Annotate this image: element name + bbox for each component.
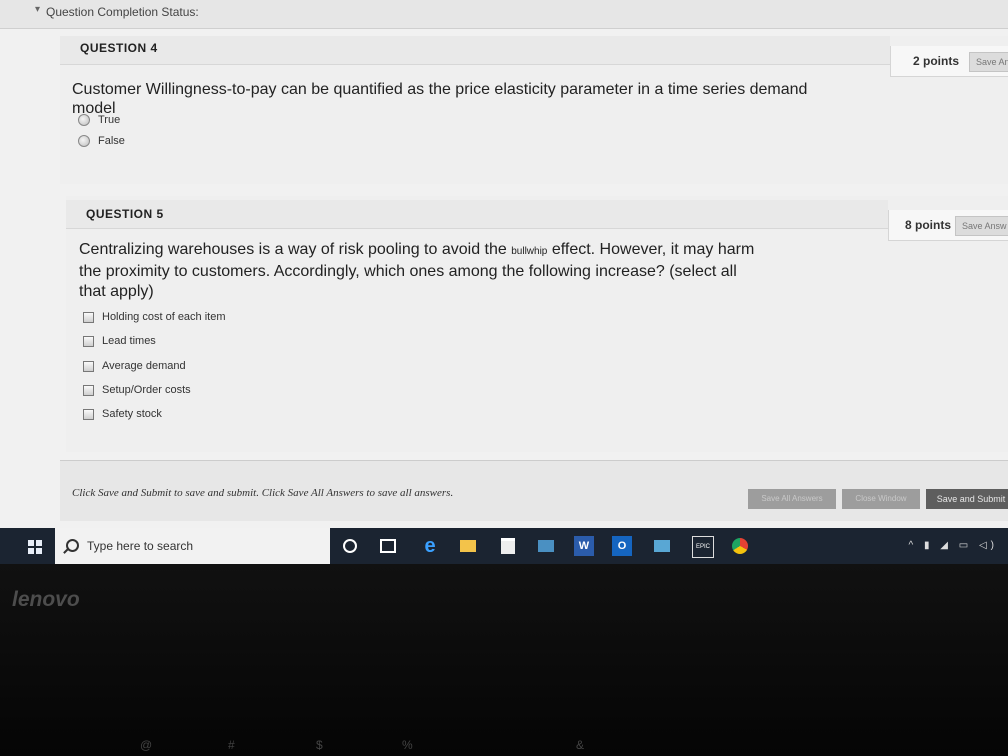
option-label: Holding cost of each item	[102, 311, 226, 323]
question-5-option-setup-order-costs[interactable]: Setup/Order costs	[83, 384, 191, 396]
checkbox-icon[interactable]	[83, 408, 94, 420]
chrome-icon[interactable]	[730, 536, 750, 556]
radio-button-icon[interactable]	[78, 135, 90, 147]
question-5-points: 8 points	[905, 218, 952, 232]
option-label: Setup/Order costs	[102, 384, 191, 396]
question-5-text: Centralizing warehouses is a way of risk…	[79, 240, 839, 302]
question-4-text-line1: Customer Willingness-to-pay can be quant…	[72, 81, 808, 98]
cortana-icon[interactable]	[340, 536, 360, 556]
search-icon	[66, 539, 79, 552]
keyboard-key-ampersand: &	[576, 738, 585, 752]
bullwhip-word: bullwhip	[511, 246, 548, 257]
question-4-option-true[interactable]: True	[78, 114, 120, 126]
epic-games-icon[interactable]: EPIC	[692, 536, 714, 558]
question-4-save-answer-button[interactable]: Save Ans	[969, 52, 1008, 72]
checkbox-icon[interactable]	[83, 384, 94, 396]
question-4-text-line2: model	[72, 100, 116, 117]
edge-browser-icon[interactable]: e	[420, 535, 440, 557]
system-tray-icons[interactable]: ^ ▮ ◢ ▭ ◁)	[909, 540, 998, 551]
keyboard-key-hash: #	[228, 738, 235, 752]
question-5-title: QUESTION 5	[86, 207, 164, 221]
checkbox-icon[interactable]	[83, 311, 94, 323]
question-5-block: QUESTION 5 8 points Save Answ Centralizi…	[66, 196, 1008, 452]
question-5-text-line1: Centralizing warehouses is a way of risk…	[79, 241, 755, 258]
submit-instructions: Click Save and Submit to save and submit…	[72, 487, 454, 499]
question-5-text-line3: that apply)	[79, 283, 154, 300]
question-4-header: QUESTION 4	[60, 36, 890, 65]
option-label: Safety stock	[102, 408, 162, 420]
close-window-button[interactable]: Close Window	[842, 489, 920, 509]
question-4-title: QUESTION 4	[80, 41, 158, 55]
question-5-save-answer-button[interactable]: Save Answ	[955, 216, 1008, 236]
windows-start-icon[interactable]	[28, 540, 42, 554]
submit-footer: Click Save and Submit to save and submit…	[60, 460, 1008, 521]
laptop-bezel: lenovo @ # $ % &	[0, 564, 1008, 756]
radio-button-icon[interactable]	[78, 114, 90, 126]
taskbar-search-placeholder: Type here to search	[87, 539, 194, 553]
question-5-option-average-demand[interactable]: Average demand	[83, 360, 186, 372]
completion-status-label: Question Completion Status:	[46, 5, 199, 19]
question-5-header: QUESTION 5	[66, 200, 888, 229]
question-4-points-box: 2 points Save Ans	[890, 46, 1008, 77]
outlook-icon[interactable]: O	[612, 536, 632, 556]
question-4-block: QUESTION 4 2 points Save Ans Customer Wi…	[60, 36, 1008, 184]
windows-taskbar: Type here to search e W O EPIC ^ ▮ ◢ ▭ ◁…	[0, 528, 1008, 564]
browser-screen: ▾ Question Completion Status: QUESTION 4…	[0, 0, 1008, 528]
save-all-answers-button[interactable]: Save All Answers	[748, 489, 836, 509]
calculator-app-icon[interactable]	[652, 536, 672, 556]
bank-app-icon[interactable]	[536, 536, 556, 556]
question-4-option-false[interactable]: False	[78, 135, 125, 147]
checkbox-icon[interactable]	[83, 360, 94, 372]
question-5-points-box: 8 points Save Answ	[888, 210, 1008, 241]
question-4-text: Customer Willingness-to-pay can be quant…	[72, 80, 832, 118]
lenovo-logo: lenovo	[12, 588, 80, 611]
save-and-submit-button[interactable]: Save and Submit	[926, 489, 1008, 509]
option-label: Average demand	[102, 360, 186, 372]
question-5-option-safety-stock[interactable]: Safety stock	[83, 408, 162, 420]
question-5-option-holding-cost[interactable]: Holding cost of each item	[83, 311, 226, 323]
completion-status-bar[interactable]: ▾ Question Completion Status:	[0, 0, 1008, 29]
question-5-text-line2: the proximity to customers. Accordingly,…	[79, 263, 737, 280]
taskbar-search-box[interactable]: Type here to search	[55, 528, 330, 564]
option-label: Lead times	[102, 335, 156, 347]
option-label: True	[98, 114, 121, 126]
word-icon[interactable]: W	[574, 536, 594, 556]
option-label: False	[98, 135, 125, 147]
expand-caret-icon[interactable]: ▾	[35, 4, 40, 15]
task-view-icon[interactable]	[378, 536, 398, 556]
checkbox-icon[interactable]	[83, 335, 94, 347]
question-5-option-lead-times[interactable]: Lead times	[83, 335, 156, 347]
keyboard-key-dollar: $	[316, 738, 323, 752]
question-4-points: 2 points	[913, 54, 960, 68]
keyboard-key-at: @	[140, 738, 153, 752]
file-explorer-icon[interactable]	[458, 536, 478, 556]
keyboard-key-percent: %	[402, 738, 413, 752]
store-icon[interactable]	[498, 536, 518, 556]
